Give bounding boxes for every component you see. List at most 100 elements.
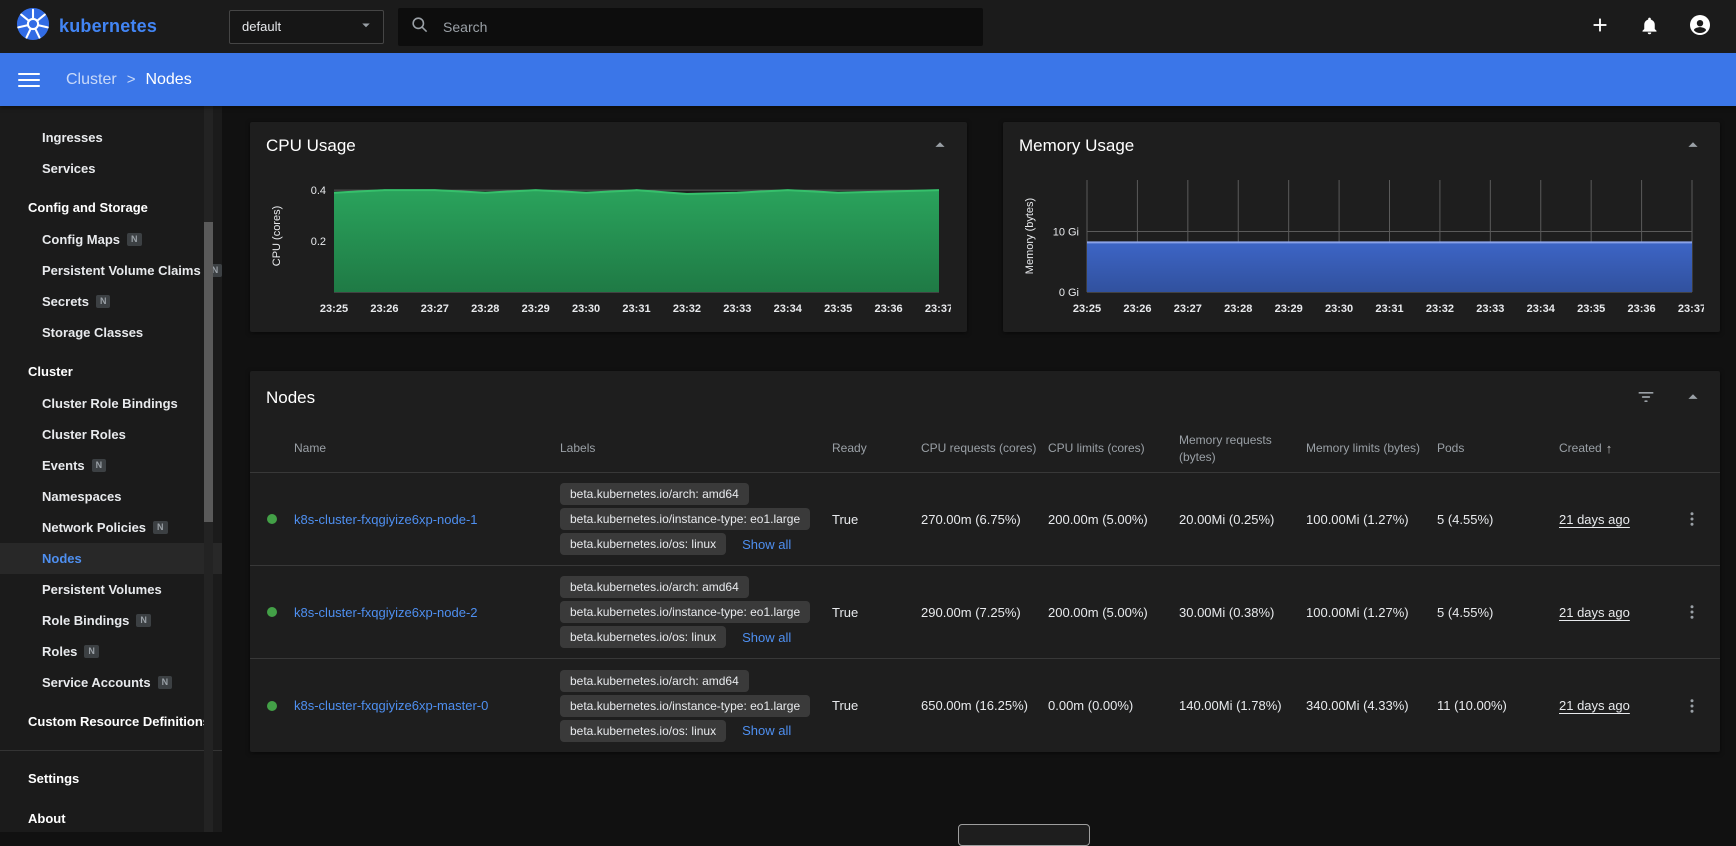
sidebar-item-settings[interactable]: Settings	[0, 755, 222, 795]
nodes-collapse-button[interactable]	[1682, 386, 1704, 411]
node-name-link[interactable]: k8s-cluster-fxqgiyize6xp-master-0	[294, 698, 560, 713]
sidebar-item-label: Namespaces	[42, 489, 122, 504]
node-created-relative-time[interactable]: 21 days ago	[1559, 605, 1630, 620]
node-memory-requests: 20.00Mi (0.25%)	[1179, 512, 1306, 527]
svg-text:23:31: 23:31	[622, 303, 650, 315]
namespaced-badge: N	[136, 614, 151, 627]
memory-usage-card: Memory Usage 10 Gi0 Gi23:2523:2623:2723:…	[1003, 122, 1720, 332]
namespace-selector[interactable]: default	[229, 10, 384, 44]
search-input[interactable]	[441, 18, 971, 36]
sidebar-item-cluster-roles[interactable]: Cluster Roles	[0, 419, 222, 450]
sidebar-scrollbar[interactable]	[204, 222, 213, 522]
svg-text:23:26: 23:26	[1123, 303, 1151, 315]
namespaced-badge: N	[153, 521, 168, 534]
sidebar-item-persistent-volumes[interactable]: Persistent Volumes	[0, 574, 222, 605]
node-name-link[interactable]: k8s-cluster-fxqgiyize6xp-node-2	[294, 605, 560, 620]
svg-text:CPU (cores): CPU (cores)	[271, 206, 283, 267]
sidebar-item-events[interactable]: Events N	[0, 450, 222, 481]
column-header-cpu-limits-cores[interactable]: CPU limits (cores)	[1048, 440, 1179, 456]
svg-text:10 Gi: 10 Gi	[1053, 226, 1079, 238]
column-header-memory-requests-bytes[interactable]: Memory requests (bytes)	[1179, 432, 1306, 464]
namespaced-badge: N	[92, 459, 107, 472]
sidebar-item-ingresses[interactable]: Ingresses	[0, 122, 222, 153]
namespaced-badge: N	[127, 233, 142, 246]
namespaced-badge: N	[84, 645, 99, 658]
node-labels: beta.kubernetes.io/arch: amd64beta.kuber…	[560, 475, 832, 563]
node-created-relative-time[interactable]: 21 days ago	[1559, 512, 1630, 527]
svg-text:23:31: 23:31	[1375, 303, 1403, 315]
sidebar-item-cluster-role-bindings[interactable]: Cluster Role Bindings	[0, 388, 222, 419]
node-ready: True	[832, 605, 921, 620]
node-status-ok-icon	[267, 607, 277, 617]
svg-text:23:27: 23:27	[1174, 303, 1202, 315]
cpu-usage-chart: 0.20.423:2523:2623:2723:2823:2923:3023:3…	[266, 170, 951, 320]
namespaced-badge: N	[96, 295, 111, 308]
sidebar-item-storage-classes[interactable]: Storage Classes	[0, 317, 222, 348]
show-all-link[interactable]: Show all	[742, 723, 791, 738]
sidebar-item-nodes[interactable]: Nodes	[0, 543, 222, 574]
sidebar-item-service-accounts[interactable]: Service AccountsN	[0, 667, 222, 698]
arrow-up-icon	[1682, 134, 1704, 159]
kubernetes-brand[interactable]: kubernetes	[16, 7, 157, 46]
sidebar-divider	[0, 750, 222, 751]
column-header-name[interactable]: Name	[294, 440, 560, 456]
column-header-pods[interactable]: Pods	[1437, 440, 1559, 456]
sidebar-item-label: Persistent Volumes	[42, 582, 162, 597]
filter-button[interactable]	[1636, 387, 1656, 410]
sidebar-item-secrets[interactable]: SecretsN	[0, 286, 222, 317]
column-header-cpu-requests-cores[interactable]: CPU requests (cores)	[921, 440, 1048, 456]
notifications-button[interactable]	[1639, 15, 1660, 39]
svg-text:23:32: 23:32	[1426, 303, 1454, 315]
node-actions-menu-button[interactable]	[1683, 697, 1701, 715]
account-button[interactable]	[1688, 13, 1712, 40]
kebab-menu-icon	[1683, 510, 1701, 528]
kubernetes-logo-icon	[16, 7, 50, 46]
account-circle-icon	[1688, 13, 1712, 40]
sidebar-item-label: Events	[42, 458, 85, 473]
node-ready: True	[832, 698, 921, 713]
search-bar[interactable]	[398, 8, 983, 46]
show-all-link[interactable]: Show all	[742, 630, 791, 645]
svg-text:0.4: 0.4	[311, 185, 326, 197]
sidebar-section-custom-resource-definitions[interactable]: Custom Resource Definitions	[0, 698, 222, 738]
sidebar-item-label: Roles	[42, 644, 77, 659]
menu-hamburger-icon[interactable]	[18, 73, 40, 87]
breadcrumb-parent[interactable]: Cluster	[66, 71, 117, 89]
sidebar-nav: IngressesServicesConfig and StorageConfi…	[0, 106, 222, 832]
bell-icon	[1639, 15, 1660, 39]
memory-usage-collapse-button[interactable]	[1682, 134, 1704, 159]
create-resource-button[interactable]	[1589, 14, 1611, 39]
column-header-ready[interactable]: Ready	[832, 440, 921, 456]
svg-text:23:33: 23:33	[1476, 303, 1504, 315]
node-created-relative-time[interactable]: 21 days ago	[1559, 698, 1630, 713]
sidebar-item-role-bindings[interactable]: Role BindingsN	[0, 605, 222, 636]
sidebar-item-network-policies[interactable]: Network PoliciesN	[0, 512, 222, 543]
svg-text:23:25: 23:25	[1073, 303, 1101, 315]
main-content: CPU Usage 0.20.423:2523:2623:2723:2823:2…	[222, 106, 1736, 832]
sidebar-item-services[interactable]: Services	[0, 153, 222, 184]
node-label-chip: beta.kubernetes.io/os: linux	[560, 626, 726, 648]
nodes-card: Nodes	[250, 371, 1720, 752]
sidebar-item-config-maps[interactable]: Config MapsN	[0, 224, 222, 255]
sidebar-section-config-and-storage: Config and Storage	[0, 184, 222, 224]
node-actions-menu-button[interactable]	[1683, 510, 1701, 528]
node-label-chip: beta.kubernetes.io/instance-type: eo1.la…	[560, 601, 810, 623]
column-header-labels[interactable]: Labels	[560, 440, 832, 456]
node-row-k8s-cluster-fxqgiyize6xp-node-2: k8s-cluster-fxqgiyize6xp-node-2beta.kube…	[250, 566, 1720, 659]
node-created: 21 days ago	[1559, 512, 1664, 527]
sidebar-item-roles[interactable]: Roles N	[0, 636, 222, 667]
cpu-usage-collapse-button[interactable]	[929, 134, 951, 159]
node-actions-menu-button[interactable]	[1683, 603, 1701, 621]
sidebar-item-namespaces[interactable]: Namespaces	[0, 481, 222, 512]
svg-text:23:28: 23:28	[471, 303, 499, 315]
sidebar-item-about[interactable]: About	[0, 795, 222, 835]
node-labels: beta.kubernetes.io/arch: amd64beta.kuber…	[560, 568, 832, 656]
column-header-created[interactable]: Created↑	[1559, 440, 1664, 458]
show-all-link[interactable]: Show all	[742, 537, 791, 552]
sidebar-item-label: Cluster Roles	[42, 427, 126, 442]
node-created: 21 days ago	[1559, 698, 1664, 713]
node-memory-requests: 140.00Mi (1.78%)	[1179, 698, 1306, 713]
column-header-memory-limits-bytes[interactable]: Memory limits (bytes)	[1306, 440, 1437, 456]
sidebar-item-persistent-volume-claims[interactable]: Persistent Volume ClaimsN	[0, 255, 222, 286]
node-name-link[interactable]: k8s-cluster-fxqgiyize6xp-node-1	[294, 512, 560, 527]
